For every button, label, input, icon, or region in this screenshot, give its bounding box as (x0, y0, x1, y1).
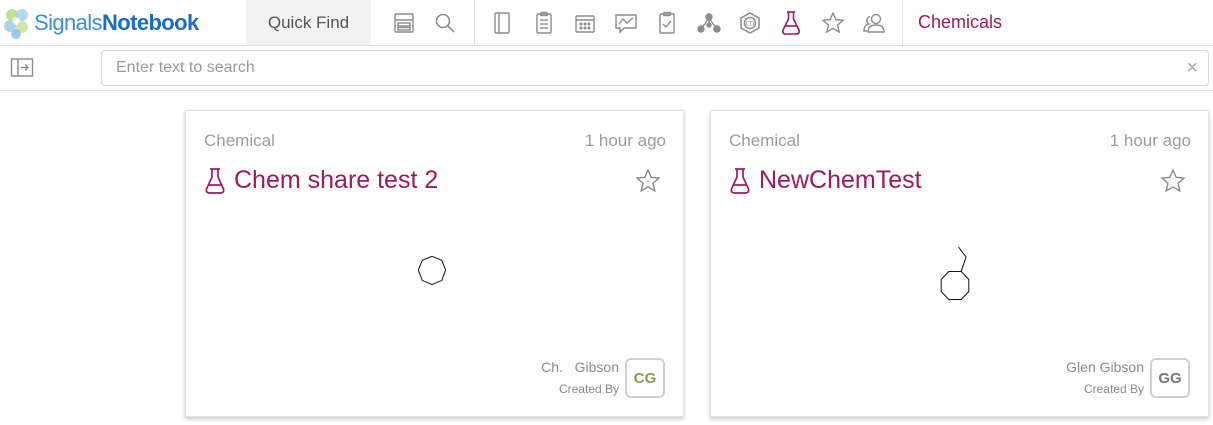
card-title-row[interactable]: NewChemTest (729, 166, 922, 195)
search-icon[interactable] (431, 9, 459, 37)
chart-chat-icon[interactable] (612, 9, 640, 37)
search-box: × (101, 50, 1209, 86)
card-title[interactable]: NewChemTest (759, 166, 922, 195)
toolbar-divider (474, 0, 475, 45)
cd-hexagon-icon[interactable]: CD (736, 9, 764, 37)
panel-toggle-icon[interactable] (10, 57, 34, 79)
card-timestamp: 1 hour ago (584, 131, 666, 150)
form-icon[interactable] (390, 9, 418, 37)
toolbar-divider (902, 0, 903, 45)
chemical-card[interactable]: Chemical 1 hour ago Chem share test 2 Ch… (185, 110, 684, 417)
calendar-icon[interactable] (571, 9, 599, 37)
quick-find-button[interactable]: Quick Find (246, 0, 371, 45)
chemical-structure (417, 255, 447, 286)
card-title[interactable]: Chem share test 2 (234, 166, 438, 195)
network-icon[interactable] (695, 9, 723, 37)
svg-text:CD: CD (746, 20, 755, 27)
search-row: × (0, 46, 1213, 91)
top-bar: SignalsNotebook Quick Find CD Chemicals (0, 0, 1213, 46)
app-logo[interactable]: SignalsNotebook (2, 3, 199, 43)
favorite-star-icon[interactable] (1160, 168, 1186, 194)
card-type: Chemical (729, 131, 800, 150)
flask-icon (205, 167, 225, 194)
clipboard-icon[interactable] (530, 9, 558, 37)
chemical-structure (940, 246, 970, 300)
avatar: CG (625, 358, 665, 398)
creator-name: Ch. Gibson (541, 359, 619, 375)
flask-icon (730, 167, 750, 194)
clear-search-icon[interactable]: × (1186, 57, 1198, 79)
search-input[interactable] (116, 51, 1176, 85)
star-icon[interactable] (819, 9, 847, 37)
notebook-icon[interactable] (488, 9, 516, 37)
breadcrumb-chemicals[interactable]: Chemicals (918, 0, 1002, 45)
checklist-icon[interactable] (653, 9, 681, 37)
flask-icon[interactable] (777, 9, 805, 37)
users-icon[interactable] (860, 9, 888, 37)
favorite-star-icon[interactable] (635, 168, 661, 194)
chemical-card[interactable]: Chemical 1 hour ago NewChemTest Glen Gib… (710, 110, 1209, 417)
created-by-label: Created By (1083, 382, 1144, 396)
card-type: Chemical (204, 131, 275, 150)
card-timestamp: 1 hour ago (1109, 131, 1191, 150)
avatar: GG (1150, 358, 1190, 398)
created-by-label: Created By (558, 382, 619, 396)
logo-text: SignalsNotebook (34, 10, 199, 35)
creator-name: Glen Gibson (1066, 359, 1144, 375)
card-title-row[interactable]: Chem share test 2 (204, 166, 438, 195)
signals-logo-icon (4, 9, 28, 39)
